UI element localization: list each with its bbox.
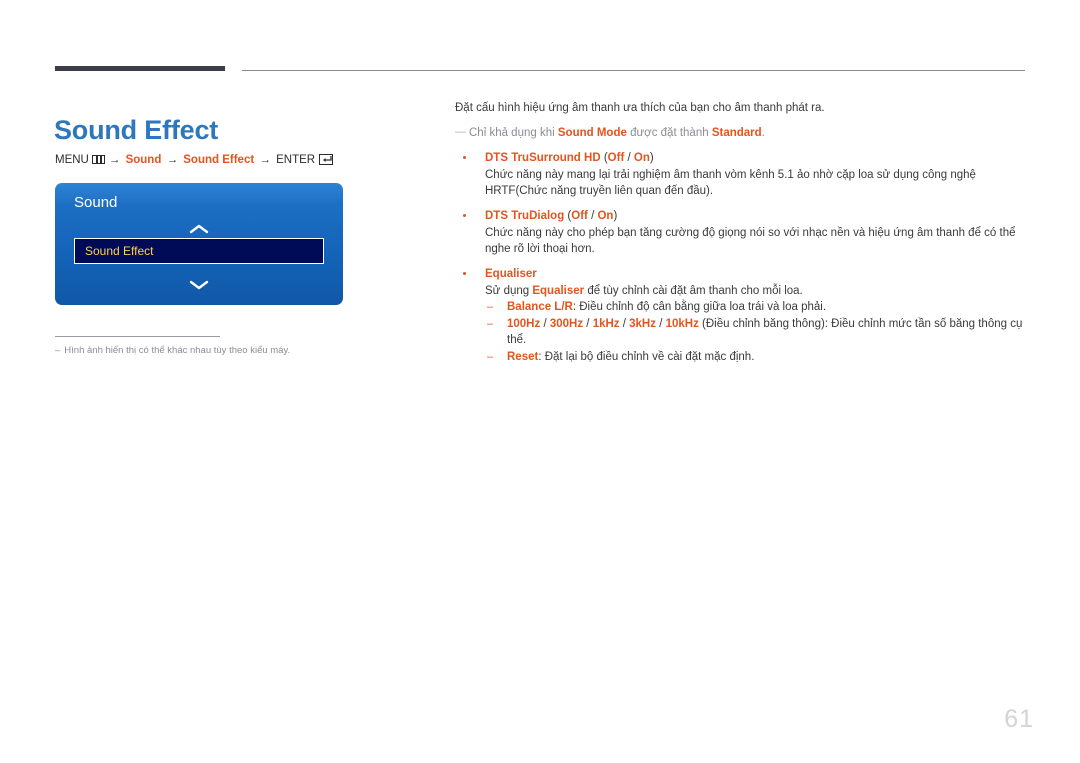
bullet-name: DTS TruSurround HD	[485, 152, 601, 164]
frequency-separator: /	[583, 318, 593, 330]
list-item: DTS TruDialog (Off / On) Chức năng này c…	[455, 208, 1025, 257]
note-emdash: —	[455, 126, 466, 138]
note-part-3: .	[761, 127, 765, 139]
sub-item-text: : Đặt lại bộ điều chỉnh về cài đặt mặc đ…	[538, 351, 755, 363]
equaliser-body-part-1: Sử dụng	[485, 285, 533, 297]
frequency-separator: /	[656, 318, 666, 330]
menu-path-step-sound-effect[interactable]: Sound Effect	[183, 154, 254, 166]
bullet-body: Chức năng này mang lại trải nghiệm âm th…	[485, 169, 976, 197]
bullet-option-close: )	[613, 210, 618, 222]
menu-path-arrow-3: →	[259, 154, 271, 166]
note-keyword-sound-mode: Sound Mode	[557, 127, 627, 139]
sub-dash-icon: –	[487, 318, 494, 330]
availability-note: — Chỉ khả dụng khi Sound Mode được đặt th…	[455, 125, 1025, 141]
frequency-value: 100Hz	[507, 318, 541, 330]
left-note-dash: –	[55, 345, 61, 356]
osd-selected-row[interactable]: Sound Effect	[74, 238, 324, 264]
bullet-name: DTS TruDialog	[485, 210, 565, 222]
sub-dash-icon: –	[487, 351, 494, 363]
menu-path-enter-label: ENTER	[276, 154, 316, 166]
chevron-down-icon[interactable]	[55, 279, 343, 291]
content-column: Đặt cấu hình hiệu ứng âm thanh ưa thích …	[455, 100, 1025, 374]
list-item: – Reset: Đặt lại bộ điều chỉnh về cài đặt…	[485, 349, 1025, 365]
bullet-option-off: Off	[607, 152, 625, 164]
bullet-heading: Equaliser	[485, 266, 1025, 282]
menu-path-menu-label: MENU	[55, 154, 89, 166]
page-title: Sound Effect	[54, 115, 219, 146]
menu-path-arrow-1: →	[108, 154, 121, 166]
frequency-separator: /	[540, 318, 550, 330]
left-note: – Hình ảnh hiển thị có thể khác nhau tùy …	[55, 345, 290, 356]
page-number: 61	[1004, 705, 1034, 733]
bullet-heading: DTS TruSurround HD (Off / On)	[485, 150, 1025, 166]
equaliser-body-keyword: Equaliser	[532, 285, 585, 297]
bullet-heading: DTS TruDialog (Off / On)	[485, 208, 1025, 224]
bullet-option-on: On	[633, 152, 650, 164]
list-item: DTS TruSurround HD (Off / On) Chức năng …	[455, 150, 1025, 199]
bullet-option-sep: /	[624, 152, 634, 164]
equaliser-sub-list: – Balance L/R: Điều chỉnh độ cân bằng giữ…	[485, 299, 1025, 365]
menu-grid-icon	[91, 155, 105, 164]
menu-path-breadcrumb: MENU → Sound → Sound Effect → ENTER	[55, 152, 334, 168]
bullet-option-open: (	[600, 152, 608, 164]
menu-path-step-sound[interactable]: Sound	[126, 154, 162, 166]
bullet-dot-icon	[463, 214, 466, 217]
equaliser-body-part-2: để tùy chỉnh cài đặt âm thanh cho mỗi lo…	[584, 285, 803, 297]
sub-item-frequencies: 100Hz / 300Hz / 1kHz / 3kHz / 10kHz	[507, 318, 699, 330]
frequency-value: 300Hz	[549, 318, 584, 330]
left-note-divider	[55, 336, 220, 337]
note-part-1: Chỉ khả dụng khi	[469, 127, 558, 139]
osd-panel-title: Sound	[74, 194, 118, 211]
header-rule-thick	[55, 66, 225, 71]
bullet-body: Chức năng này cho phép bạn tăng cường độ…	[485, 227, 1016, 255]
bullet-dot-icon	[463, 156, 466, 159]
note-part-2: được đặt thành	[626, 127, 712, 139]
osd-menu-panel[interactable]: Sound Sound Effect	[55, 183, 343, 305]
chevron-up-icon[interactable]	[55, 223, 343, 235]
sub-item-label: Reset	[507, 351, 539, 363]
frequency-value: 1kHz	[592, 318, 620, 330]
bullet-option-close: )	[649, 152, 654, 164]
osd-selected-label: Sound Effect	[85, 244, 154, 258]
note-keyword-standard: Standard	[711, 127, 762, 139]
menu-path-arrow-2: →	[166, 154, 179, 166]
bullet-option-off: Off	[571, 210, 588, 222]
intro-paragraph: Đặt cấu hình hiệu ứng âm thanh ưa thích …	[455, 102, 825, 114]
sub-dash-icon: –	[487, 301, 494, 313]
sub-item-label: Balance L/R	[507, 301, 573, 313]
bullet-name: Equaliser	[485, 268, 537, 280]
enter-return-icon	[319, 154, 334, 165]
header-rule-thin	[242, 70, 1025, 71]
bullet-option-on: On	[597, 210, 614, 222]
sub-item-text: : Điều chỉnh độ cân bằng giữa loa trái v…	[572, 301, 827, 313]
header-rules	[55, 66, 1025, 74]
frequency-value: 10kHz	[665, 318, 699, 330]
list-item: Equaliser Sử dụng Equaliser để tùy chỉnh…	[455, 266, 1025, 365]
frequency-value: 3kHz	[629, 318, 656, 330]
frequency-separator: /	[619, 318, 630, 330]
bullet-dot-icon	[463, 272, 466, 275]
left-note-text: Hình ảnh hiển thị có thể khác nhau tùy t…	[64, 345, 291, 356]
list-item: –100Hz / 300Hz / 1kHz / 3kHz / 10kHz (Đi…	[485, 316, 1025, 348]
list-item: – Balance L/R: Điều chỉnh độ cân bằng giữ…	[485, 299, 1025, 315]
bullet-body: Sử dụng Equaliser để tùy chỉnh cài đặt â…	[485, 283, 1025, 299]
